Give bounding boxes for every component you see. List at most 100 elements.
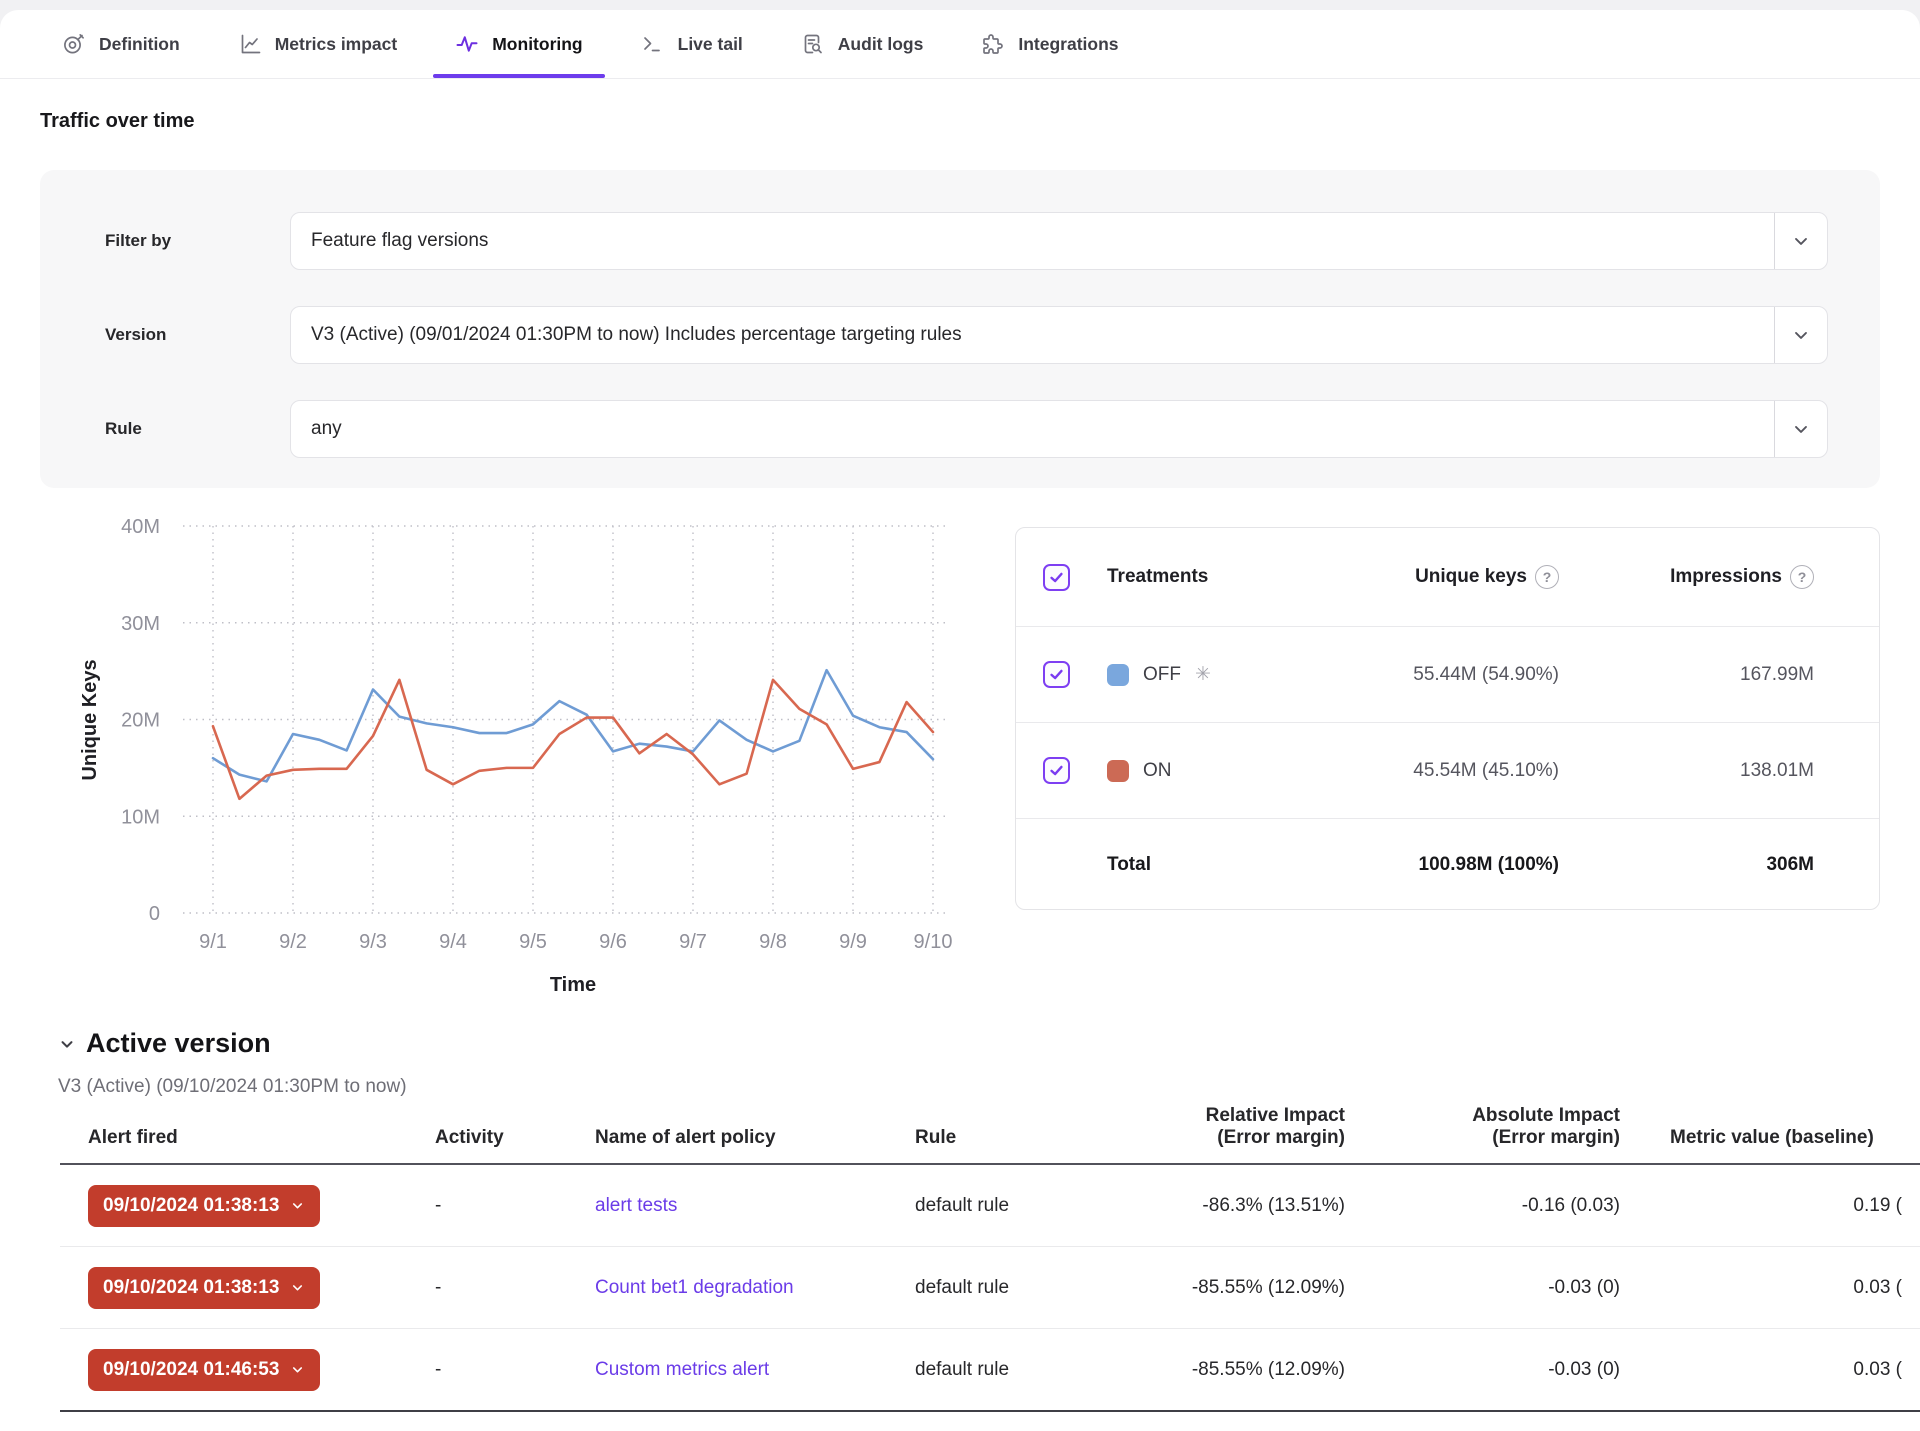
col-alert-fired: Alert fired (60, 1127, 407, 1149)
chevron-down-icon (290, 1198, 305, 1213)
check-icon (1048, 762, 1065, 779)
alert-rule: default rule (887, 1195, 1117, 1217)
alert-absolute-impact: -0.16 (0.03) (1345, 1195, 1620, 1217)
tab-monitoring[interactable]: Monitoring (455, 10, 582, 78)
active-version-header[interactable]: Active version (58, 1028, 271, 1059)
version-select[interactable]: V3 (Active) (09/01/2024 01:30PM to now) … (290, 306, 1828, 364)
alert-relative-impact: -85.55% (12.09%) (1117, 1359, 1345, 1381)
page: Definition Metrics impact Monitoring L (0, 0, 1920, 1431)
alert-activity: - (407, 1195, 567, 1217)
help-icon[interactable]: ? (1790, 565, 1814, 589)
alert-rule: default rule (887, 1359, 1117, 1381)
treatments-header: Treatments (1107, 566, 1299, 588)
integrations-icon (981, 32, 1005, 56)
svg-text:40M: 40M (121, 516, 160, 538)
alert-metric-value: 0.19 ( (1620, 1195, 1920, 1217)
tab-label: Definition (99, 34, 180, 55)
alerts-table: Alert fired Activity Name of alert polic… (60, 1105, 1920, 1412)
on-unique-keys: 45.54M (45.10%) (1299, 760, 1559, 782)
chevron-down-icon (1774, 307, 1827, 363)
chevron-down-icon (1774, 401, 1827, 457)
alert-activity: - (407, 1359, 567, 1381)
check-icon (1048, 569, 1065, 586)
col-relative-impact: Relative Impact (Error margin) (1117, 1105, 1345, 1149)
legend-total-row: Total 100.98M (100%) 306M (1016, 819, 1879, 910)
alert-metric-value: 0.03 ( (1620, 1359, 1920, 1381)
svg-text:9/10: 9/10 (914, 931, 953, 953)
tab-live-tail[interactable]: Live tail (641, 10, 743, 78)
treatment-name: ON (1143, 760, 1172, 782)
svg-text:9/6: 9/6 (599, 931, 627, 953)
treatment-name: OFF (1143, 664, 1181, 686)
tab-label: Metrics impact (275, 34, 398, 55)
total-impressions: 306M (1559, 854, 1814, 876)
col-metric-value: Metric value (baseline) (1620, 1127, 1920, 1149)
alert-policy-link[interactable]: Custom metrics alert (595, 1359, 769, 1380)
rule-label: Rule (105, 400, 275, 458)
treatment-row-off: OFF ✳ 55.44M (54.90%) 167.99M (1016, 627, 1879, 723)
svg-text:20M: 20M (121, 710, 160, 732)
col-rule: Rule (887, 1127, 1117, 1149)
svg-text:9/3: 9/3 (359, 931, 387, 953)
filter-by-value: Feature flag versions (291, 230, 1774, 252)
off-impressions: 167.99M (1559, 664, 1814, 686)
alert-fired-badge[interactable]: 09/10/2024 01:38:13 (88, 1267, 320, 1309)
rule-value: any (291, 418, 1774, 440)
live-tail-icon (641, 32, 665, 56)
alert-absolute-impact: -0.03 (0) (1345, 1359, 1620, 1381)
col-absolute-impact: Absolute Impact (Error margin) (1345, 1105, 1620, 1149)
alert-fired-badge[interactable]: 09/10/2024 01:38:13 (88, 1185, 320, 1227)
alerts-header-row: Alert fired Activity Name of alert polic… (60, 1105, 1920, 1165)
svg-text:0: 0 (149, 903, 160, 925)
col-activity: Activity (407, 1127, 567, 1149)
filter-by-select[interactable]: Feature flag versions (290, 212, 1828, 270)
on-checkbox[interactable] (1043, 757, 1070, 784)
active-version-subtitle: V3 (Active) (09/10/2024 01:30PM to now) (58, 1076, 407, 1098)
version-label: Version (105, 306, 275, 364)
legend-header-row: Treatments Unique keys ? Impressions ? (1016, 528, 1879, 627)
svg-text:Time: Time (550, 974, 596, 996)
svg-text:9/2: 9/2 (279, 931, 307, 953)
tab-integrations[interactable]: Integrations (981, 10, 1118, 78)
treatments-legend-table: Treatments Unique keys ? Impressions ? O… (1015, 527, 1880, 910)
svg-text:30M: 30M (121, 613, 160, 635)
alert-activity: - (407, 1277, 567, 1299)
tab-definition[interactable]: Definition (62, 10, 180, 78)
tab-label: Audit logs (838, 34, 924, 55)
alert-relative-impact: -85.55% (12.09%) (1117, 1277, 1345, 1299)
alert-relative-impact: -86.3% (13.51%) (1117, 1195, 1345, 1217)
svg-text:10M: 10M (121, 806, 160, 828)
tab-label: Monitoring (492, 34, 582, 55)
help-icon[interactable]: ? (1535, 565, 1559, 589)
check-icon (1048, 666, 1065, 683)
svg-text:Unique Keys: Unique Keys (79, 659, 101, 780)
treatment-row-on: ON 45.54M (45.10%) 138.01M (1016, 723, 1879, 819)
off-unique-keys: 55.44M (54.90%) (1299, 664, 1559, 686)
filter-by-label: Filter by (105, 212, 275, 270)
alert-metric-value: 0.03 ( (1620, 1277, 1920, 1299)
impressions-header: Impressions (1670, 566, 1782, 588)
svg-text:9/5: 9/5 (519, 931, 547, 953)
tab-bar: Definition Metrics impact Monitoring L (0, 10, 1920, 79)
chevron-down-icon (1774, 213, 1827, 269)
total-label: Total (1107, 854, 1299, 876)
select-all-checkbox[interactable] (1043, 564, 1070, 591)
tab-label: Integrations (1018, 34, 1118, 55)
traffic-line-chart: 010M20M30M40M9/19/29/39/49/59/69/79/89/9… (40, 505, 960, 1005)
total-unique-keys: 100.98M (100%) (1299, 854, 1559, 876)
alert-fired-badge[interactable]: 09/10/2024 01:46:53 (88, 1349, 320, 1391)
tab-audit-logs[interactable]: Audit logs (801, 10, 924, 78)
on-impressions: 138.01M (1559, 760, 1814, 782)
alert-row: 09/10/2024 01:46:53 - Custom metrics ale… (60, 1329, 1920, 1412)
off-series-swatch (1107, 664, 1129, 686)
tab-metrics-impact[interactable]: Metrics impact (238, 10, 398, 78)
rule-select[interactable]: any (290, 400, 1828, 458)
chevron-down-icon (290, 1362, 305, 1377)
off-checkbox[interactable] (1043, 661, 1070, 688)
alert-policy-link[interactable]: Count bet1 degradation (595, 1277, 794, 1298)
chevron-down-icon (290, 1280, 305, 1295)
content-card: Definition Metrics impact Monitoring L (0, 10, 1920, 1431)
chevron-down-icon (58, 1035, 76, 1053)
on-series-swatch (1107, 760, 1129, 782)
alert-policy-link[interactable]: alert tests (595, 1195, 677, 1216)
